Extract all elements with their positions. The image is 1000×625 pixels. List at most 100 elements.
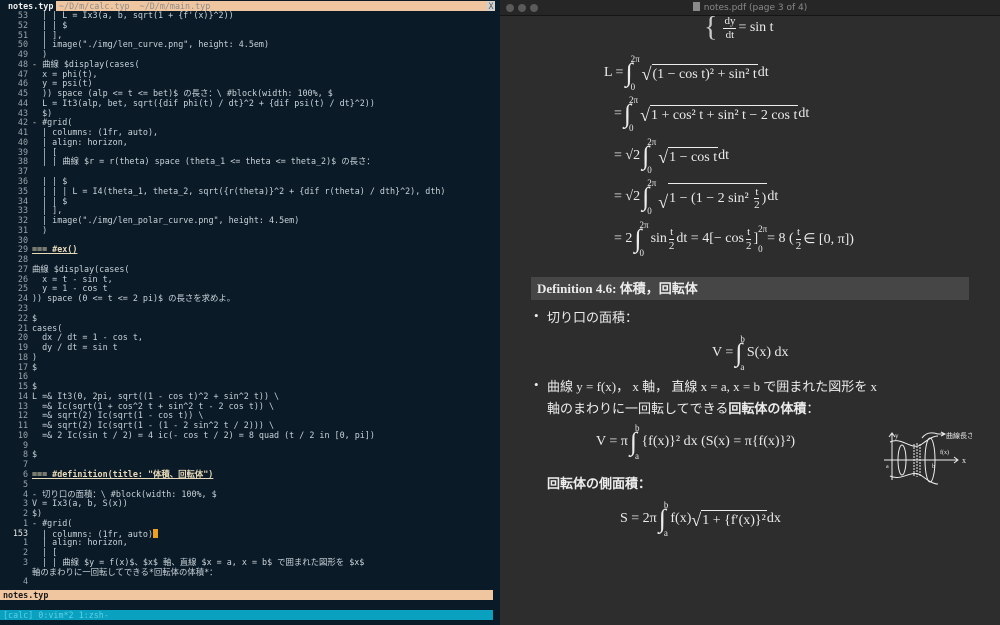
integral: ∫ 2π 0 [624,95,638,133]
code-text: $ [32,361,38,372]
math-text: dt = 4[− cos [676,231,744,246]
code-line: 22 $ [0,313,500,324]
brace: { [704,12,718,43]
derivation-step: = 2 ∫ 2π 0 sin t2 dt = 4[− cos t 2] 2π 0 = 8 (… [614,220,854,258]
denominator: 2 [754,199,760,211]
derivation-step: = √2 ∫ 2π 0 √ 1 − (1 − 2 sin² t 2) dt [614,178,778,216]
radicand: (1 − cos t)² + sin² t [651,63,758,83]
math-text: dt [718,148,729,163]
fraction: dy dt [723,15,737,41]
upper-limit: b [740,334,745,344]
integral: ∫ b a [735,334,745,372]
code-line: 24)) space (0 <= t <= 2 pi)$ の長さを求めよ。 [0,293,500,304]
integral: ∫ 2π 0 [642,178,656,216]
integral-limits: 2π 0 [629,95,638,133]
lower-limit: 0 [630,82,636,92]
math-text: dx [766,511,781,526]
code-line: 2 $) [0,508,500,519]
code-line: 軸のまわりに一回転してできる*回転体の体積*： [0,566,500,578]
math-text: V = [712,345,734,360]
square-root: √ 1 − cos t [658,146,719,166]
denominator: 2 [745,239,752,252]
fraction: t2 [754,186,760,211]
code-text: )) space (0 <= t <= 2 pi)$ の長さを求めよ。 [32,293,236,304]
lower-limit: 0 [758,244,763,254]
integral: ∫ b a [659,500,669,538]
bullet: • [534,377,539,392]
code-line: 8 $ [0,450,500,460]
integral: ∫ 2π 0 [642,137,656,175]
code-line: 38 | | 曲線 $r = r(theta) space (theta_1 <… [0,157,500,167]
lower-limit: a [663,528,668,538]
code-line: 32 | image("./img/len_polar_curve.png", … [0,215,500,226]
math-text: = 8 ( [767,231,794,246]
math-text: = [614,106,622,121]
code-text: | image("./img/len_curve.png", height: 4… [32,39,269,50]
code-editor[interactable]: 53 | | L = Ix3(a, b, sqrt(1 + {f'(x)}^2)… [0,10,500,587]
code-line: 18) [0,352,500,363]
radicand: 1 + cos² t + sin² t − 2 cos t [649,104,799,124]
lower-limit: a [740,362,745,372]
figure-sketch: 曲線長さ f(x) x y a b [884,431,974,485]
bullet: • [534,308,539,323]
numerator: dy [723,15,737,29]
square-root: √ 1 + {f′(x)}² [691,509,767,529]
math-text: (1 − cos t)² + sin² t [652,66,757,82]
math-text: sin [650,231,667,246]
radicand: 1 − (1 − 2 sin² t 2) [668,182,768,211]
code-text: - #grid( [32,517,73,528]
numerator: t [669,226,675,240]
integral-limits: 2π 0 [647,178,656,216]
lower-limit: 0 [647,206,652,216]
bullet2-line2: 軸のまわりに一回転してできる回転体の体積： [547,398,819,417]
arc-length-label: 曲線長さ [946,431,972,440]
evaluation-limits: 2π 0 [758,224,767,254]
code-line: 19 dy / dt = sin t [0,342,500,353]
integral-limits: ba [635,423,640,461]
formula-volume-rotation: V = π ∫ b a {f(x)}² dx (S(x) = π{f(x)}²) [596,423,795,461]
fraction: t2 [746,226,752,251]
square-root: √ (1 − cos t)² + sin² t [642,63,758,83]
close-button[interactable]: X [487,1,495,11]
integral: ∫ b a [630,423,640,461]
tmux-status-bar[interactable]: [calc] 0:vim*2 1:zsh- [0,610,493,620]
upper-limit: 2π [647,137,657,147]
code-line: 3V = Ix3(a, b, S(x)) [0,498,500,509]
math-text: 1 − (1 − 2 sin² [669,190,753,206]
square-root: √ 1 − (1 − 2 sin² t 2) [658,182,768,211]
code-line: 10 =& 2 Ic(sin t / 2) = 4 ic(- cos t / 2… [0,429,500,441]
upper-limit: b [634,423,640,433]
code-text: | | | L = I4(theta_1, theta_2, sqrt({r(t… [32,185,446,196]
math-text: 1 + cos² t + sin² t − 2 cos t [650,107,798,123]
code-line: 1- #grid( [0,517,500,529]
fx-label: f(x) [940,449,949,456]
code-line: 29 === #ex() [0,245,500,255]
formula-volume-section: V = ∫ b a S(x) dx [712,334,789,372]
integral-limits: ba [740,334,745,372]
math-text: = 2 [614,231,633,246]
math-text: 1 − cos t [669,149,718,165]
equation-text: = sin t [738,20,774,35]
code-line: 52 | | $ [0,20,500,31]
lower-limit: a [634,451,639,461]
pdf-viewer[interactable]: notes.pdf (page 3 of 4) { dy dt = sin t L… [500,0,1000,625]
integral-limits: ba [664,500,669,538]
derivation-step: L = ∫ 2π 0 √ (1 − cos t)² + sin² t dt [604,54,769,92]
code-line: 4 [0,577,500,587]
code-line: 16 [0,372,500,382]
bullet2-line1: 曲線 y = f(x)， x 軸， 直線 x = a, x = b で囲まれた図… [547,379,878,394]
code-line: 1 | align: horizon, [0,538,500,548]
code-text: === #ex() [32,244,78,255]
lower-limit: 0 [639,248,645,258]
code-line: 40 | align: horizon, [0,137,500,148]
window-title: notes.pdf (page 3 of 4) [500,2,1000,14]
line-number: 4 [22,576,28,587]
terminal-pane[interactable]: notes.typ ~/D/m/calc.typ ~/D/m/main.typ … [0,0,500,625]
formula-lateral-area: S = 2π ∫ b a f(x) √ 1 + {f′(x)}² dx [620,500,781,538]
code-text: L = It3(alp, bet, sqrt({dif phi(t) / dt}… [32,97,375,108]
code-text: 軸のまわりに一回転してできる*回転体の体積*： [32,566,218,577]
math-text: dt [767,189,779,204]
code-text: =& 2 Ic(sin t / 2) = 4 ic(- cos t / 2) =… [32,429,375,440]
code-line: 50 | image("./img/len_curve.png", height… [0,40,500,50]
code-text: | image("./img/len_polar_curve.png", hei… [32,215,300,226]
